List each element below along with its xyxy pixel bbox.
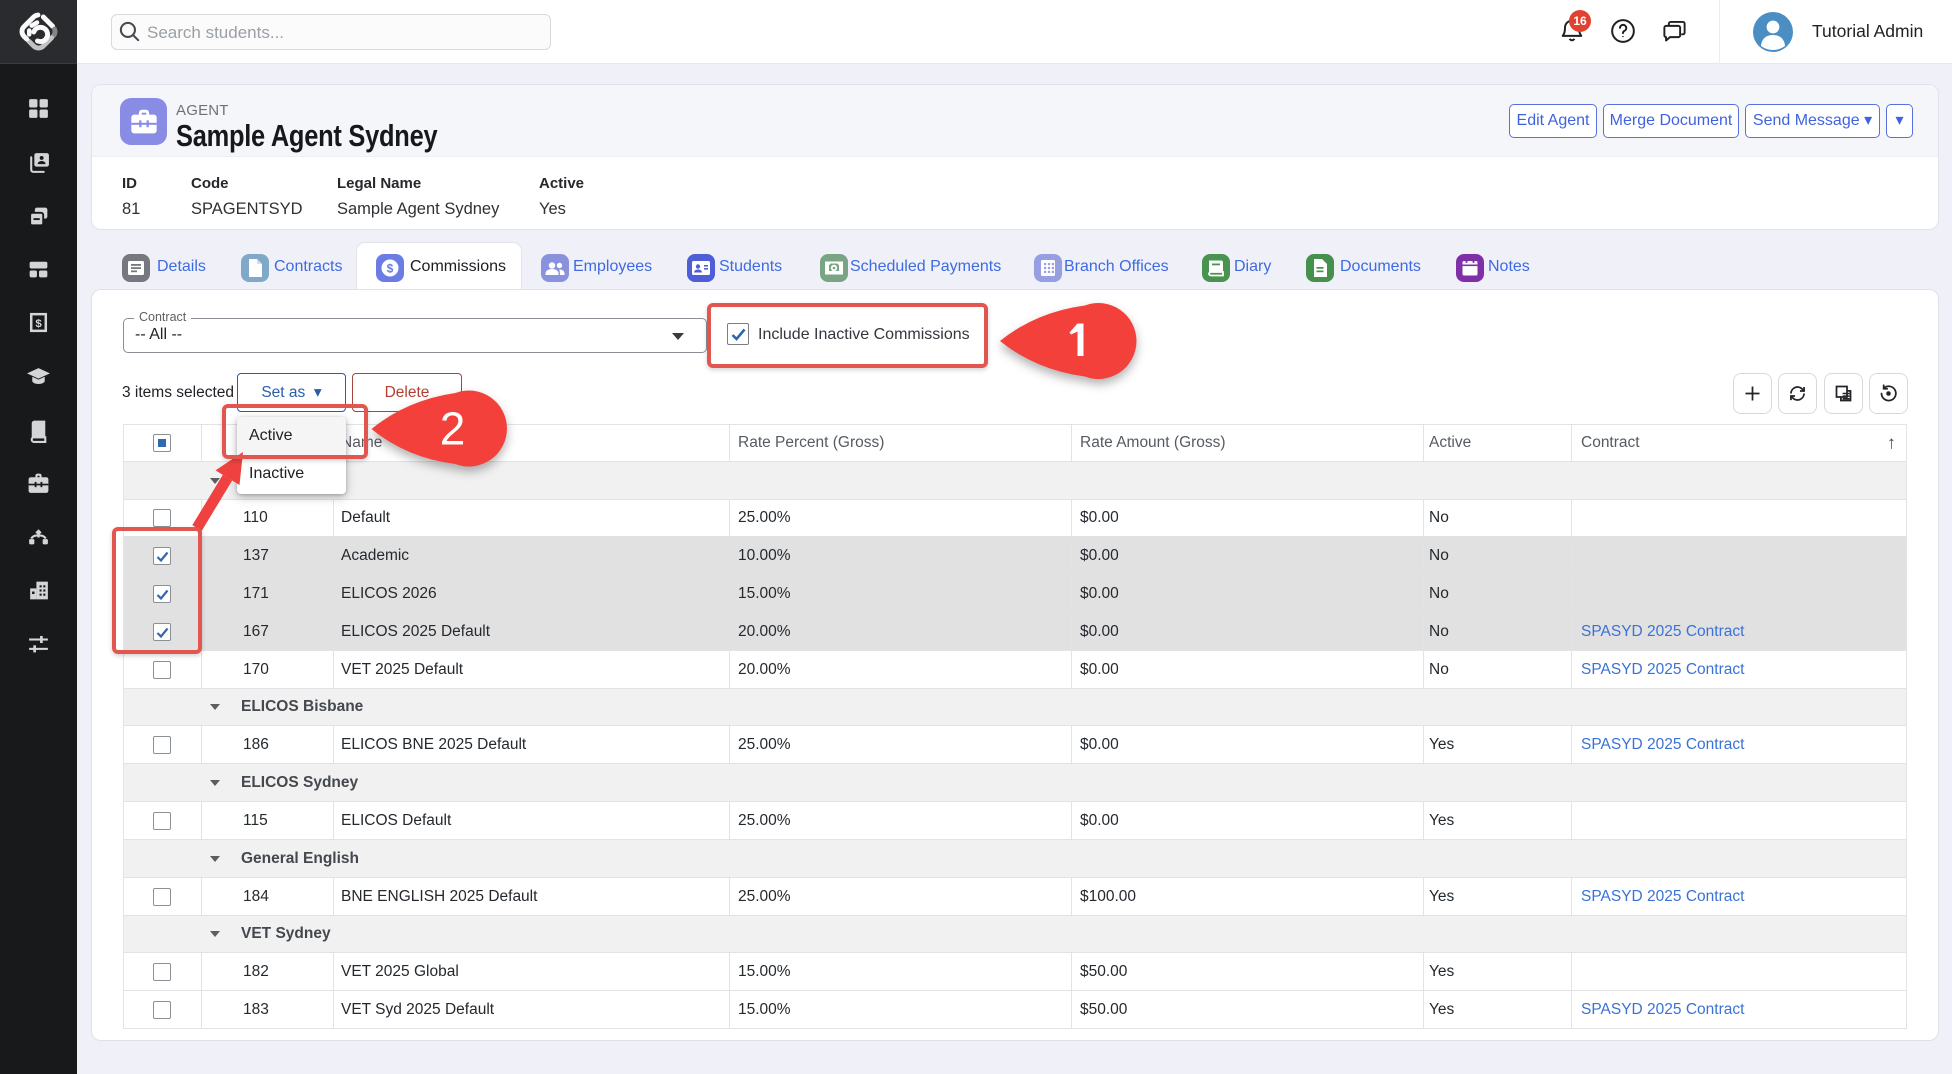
svg-text:2: 2 [440,403,466,455]
svg-text:$: $ [35,318,42,330]
svg-text:$: $ [387,261,394,275]
